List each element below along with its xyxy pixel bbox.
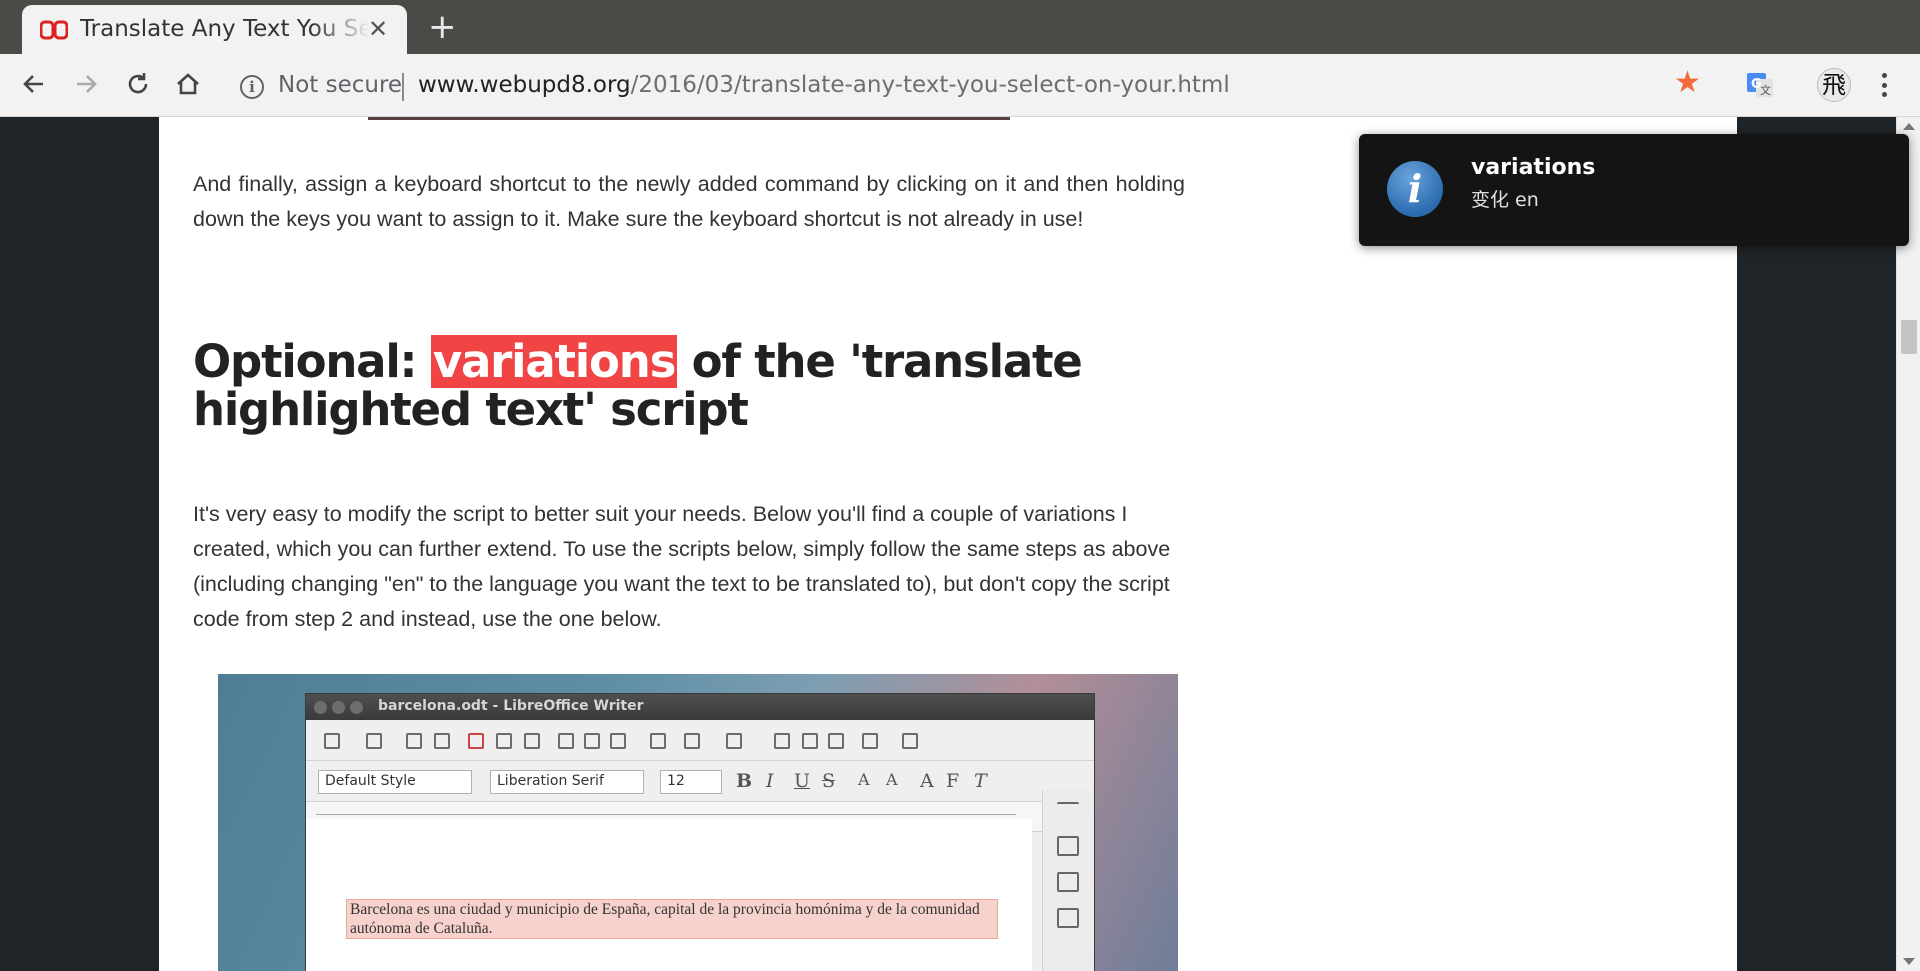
lo-properties-icon	[1057, 802, 1079, 822]
lo-redo-icon	[726, 733, 742, 749]
tab-strip: Translate Any Text You Select on Your De…	[0, 0, 1920, 54]
lo-copy-icon	[584, 733, 600, 749]
lo-minimize-icon	[332, 701, 345, 714]
lo-document-page: Barcelona es una ciudad y municipio de E…	[306, 819, 1032, 971]
lo-open-icon	[366, 733, 382, 749]
lo-style-combo: Default Style	[318, 770, 472, 794]
lo-italic-icon: I	[766, 770, 774, 792]
scrollbar-thumb[interactable]	[1901, 320, 1917, 354]
lo-find-icon	[774, 733, 790, 749]
scroll-up-arrow-icon[interactable]	[1903, 123, 1915, 130]
site-info-icon[interactable]: i	[240, 75, 264, 99]
libreoffice-screenshot-image: barcelona.odt - LibreOffice Writer Defau…	[218, 674, 1178, 971]
lo-saveas-icon	[434, 733, 450, 749]
reload-icon	[128, 73, 148, 94]
url-host: www.webupd8.org	[418, 72, 631, 98]
lo-superscript-icon: A	[858, 770, 870, 789]
notification-title: variations	[1471, 155, 1596, 180]
translation-notification[interactable]: i variations 变化 en	[1359, 134, 1909, 246]
lo-save-icon	[406, 733, 422, 749]
lo-table-icon	[862, 733, 878, 749]
lo-styles-icon	[1057, 872, 1079, 892]
forward-arrow-icon	[77, 75, 97, 93]
lo-page-icon	[1057, 836, 1079, 856]
lo-standard-toolbar	[306, 720, 1094, 761]
lo-font-combo: Liberation Serif	[490, 770, 644, 794]
lo-image-icon	[902, 733, 918, 749]
info-icon: i	[1387, 161, 1443, 217]
lo-window-title: barcelona.odt - LibreOffice Writer	[378, 698, 644, 714]
libreoffice-window: barcelona.odt - LibreOffice Writer Defau…	[305, 693, 1095, 971]
browser-tab[interactable]: Translate Any Text You Select on Your De…	[22, 5, 407, 54]
article-paragraph-variations: It's very easy to modify the script to b…	[193, 502, 1171, 631]
home-button[interactable]	[168, 64, 208, 104]
article-paragraph-shortcut: And finally, assign a keyboard shortcut …	[193, 172, 1185, 231]
scroll-down-arrow-icon[interactable]	[1903, 958, 1915, 965]
home-icon	[177, 73, 199, 95]
lo-shadow-icon: A	[920, 770, 934, 792]
lo-subscript-icon: A	[886, 770, 898, 789]
lo-outline-icon: F	[946, 770, 960, 792]
bookmark-star-icon[interactable]: ★	[1674, 68, 1701, 98]
lo-clear-format-icon: T	[974, 770, 987, 792]
back-arrow-icon	[23, 75, 43, 93]
url-path: /2016/03/translate-any-text-you-select-o…	[630, 72, 1230, 98]
omnibox-separator	[402, 73, 404, 101]
lo-selected-text: Barcelona es una ciudad y municipio de E…	[346, 899, 998, 939]
lo-gallery-icon	[1057, 908, 1079, 928]
lo-underline-icon: U	[794, 770, 811, 792]
url-text[interactable]: www.webupd8.org/2016/03/translate-any-te…	[418, 72, 1230, 98]
tab-title: Translate Any Text You Select on Your De…	[80, 16, 370, 42]
section-heading: Optional: variations of the 'translate h…	[193, 335, 1183, 434]
tab-close-icon[interactable]: ✕	[368, 15, 388, 43]
lo-paste-icon	[610, 733, 626, 749]
previous-image-edge	[368, 117, 1010, 120]
reload-button[interactable]	[118, 64, 158, 104]
notification-body: 变化 en	[1471, 189, 1539, 211]
lo-strike-icon: S	[822, 770, 836, 792]
profile-avatar[interactable]: 飛	[1817, 68, 1851, 102]
back-button[interactable]	[14, 64, 54, 104]
lo-preview-icon	[524, 733, 540, 749]
lo-sidebar	[1042, 790, 1094, 971]
lo-size-combo: 12	[660, 770, 722, 794]
lo-close-icon	[314, 701, 327, 714]
new-tab-button[interactable]: +	[428, 8, 457, 46]
browser-menu-icon[interactable]	[1874, 68, 1894, 102]
lo-new-icon	[324, 733, 340, 749]
forward-button[interactable]	[66, 64, 106, 104]
lo-undo-icon	[684, 733, 700, 749]
heading-prefix: Optional:	[193, 335, 431, 388]
lo-pilcrow-icon	[828, 733, 844, 749]
lo-maximize-icon	[350, 701, 363, 714]
svg-text:文: 文	[1760, 83, 1771, 97]
lo-cut-icon	[558, 733, 574, 749]
not-secure-label: Not secure	[278, 72, 403, 98]
lo-bold-icon: B	[736, 770, 753, 792]
lo-spellcheck-icon	[802, 733, 818, 749]
selected-word-highlight[interactable]: variations	[430, 335, 678, 388]
browser-toolbar: i Not secure www.webupd8.org/2016/03/tra…	[0, 54, 1920, 117]
lo-titlebar: barcelona.odt - LibreOffice Writer	[306, 694, 1094, 720]
webupd8-favicon-icon	[40, 20, 68, 40]
lo-clone-icon	[650, 733, 666, 749]
google-translate-extension-icon[interactable]: G 文	[1745, 70, 1775, 100]
lo-formatting-toolbar: Default Style Liberation Serif 12 B I U …	[306, 761, 1094, 802]
lo-pdf-icon	[468, 733, 484, 749]
lo-print-icon	[496, 733, 512, 749]
address-bar[interactable]: i Not secure www.webupd8.org/2016/03/tra…	[236, 66, 1666, 106]
